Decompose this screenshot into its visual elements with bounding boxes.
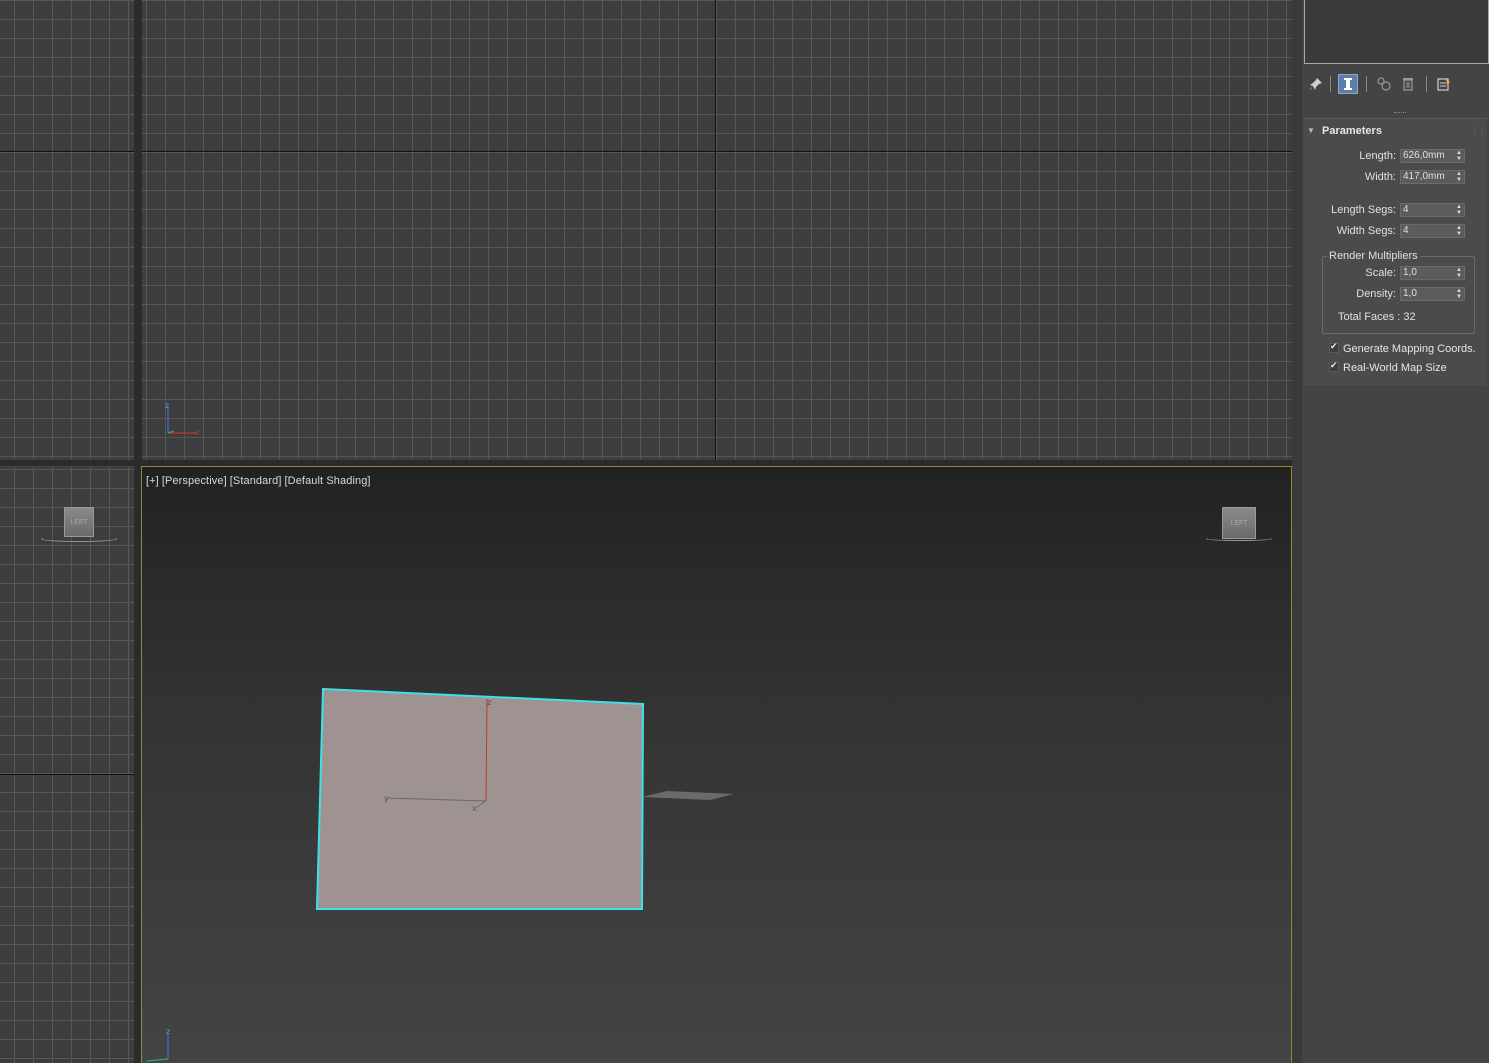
axis-z-letter: z xyxy=(165,401,169,410)
remove-modifier-icon[interactable] xyxy=(1398,74,1418,94)
checkbox-checked-icon[interactable] xyxy=(1329,360,1339,372)
length-segs-value[interactable]: 4 xyxy=(1403,204,1409,215)
viewcube-ring[interactable] xyxy=(41,536,117,542)
axis-tripod-icon: z x xyxy=(165,401,200,437)
gizmo-y-letter: y xyxy=(384,794,389,803)
scale-label: Scale: xyxy=(1365,267,1396,279)
real-world-map-size-checkbox[interactable]: Real-World Map Size xyxy=(1329,360,1447,376)
gizmo-x-letter: x xyxy=(472,804,477,813)
pin-stack-icon[interactable] xyxy=(1306,74,1326,94)
toolbar-divider xyxy=(1426,76,1427,92)
spinner-arrows-icon[interactable]: ▲ ▼ xyxy=(1456,288,1462,300)
parameters-rollout: ▼ Parameters ⋮⋮ Length: 626,0mm ▲ ▼ Width:… xyxy=(1304,118,1487,385)
axis-x-letter: x xyxy=(195,428,200,437)
length-segs-row: Length Segs: 4 ▲ ▼ xyxy=(1304,203,1487,218)
make-unique-icon[interactable] xyxy=(1374,74,1394,94)
length-value[interactable]: 626,0mm xyxy=(1403,150,1445,161)
total-faces-readout: Total Faces : 32 xyxy=(1338,311,1416,323)
width-value[interactable]: 417,0mm xyxy=(1403,171,1445,182)
tripod-y xyxy=(146,1058,169,1062)
rollout-collapse-icon[interactable]: ▼ xyxy=(1307,126,1315,135)
gizmo-z-letter: z xyxy=(487,698,491,707)
width-row: Width: 417,0mm ▲ ▼ xyxy=(1304,170,1487,185)
tripod-z-letter: z xyxy=(166,1027,170,1036)
generate-mapping-label[interactable]: Generate Mapping Coords. xyxy=(1343,343,1476,355)
perspective-scene: z y x z xyxy=(146,687,734,1062)
rollout-drag-grip-icon[interactable]: ⋮⋮ xyxy=(1471,126,1486,135)
viewport-top-left[interactable] xyxy=(0,0,134,460)
spinner-arrows-icon[interactable]: ▲ ▼ xyxy=(1456,225,1462,237)
width-label: Width: xyxy=(1364,171,1396,183)
render-multipliers-legend: Render Multipliers xyxy=(1327,250,1420,262)
grid-axis-horizontal xyxy=(142,151,1292,152)
parameters-rollout-header[interactable]: ▼ Parameters ⋮⋮ xyxy=(1304,122,1487,140)
density-row: Density: 1,0 ▲ ▼ xyxy=(1304,287,1487,302)
density-spinner[interactable]: 1,0 ▲ ▼ xyxy=(1400,287,1465,301)
density-value[interactable]: 1,0 xyxy=(1403,288,1417,299)
grid-axis-horizontal xyxy=(0,151,134,152)
grid-axis-horizontal xyxy=(0,774,134,775)
modifier-stack-toolbar xyxy=(1304,72,1487,96)
show-end-result-icon[interactable] xyxy=(1338,74,1358,94)
command-panel-edge xyxy=(1298,0,1302,1063)
viewport-perspective[interactable]: [+] [Perspective] [Standard] [Default Shadi… xyxy=(141,466,1292,1063)
generate-mapping-checkbox[interactable]: Generate Mapping Coords. xyxy=(1329,341,1476,357)
width-segs-spinner[interactable]: 4 ▲ ▼ xyxy=(1400,224,1465,238)
viewport-top[interactable]: z x xyxy=(142,0,1292,460)
configure-modifier-sets-icon[interactable] xyxy=(1434,74,1454,94)
width-segs-label: Width Segs: xyxy=(1336,225,1396,237)
length-label: Length: xyxy=(1359,150,1396,162)
density-label: Density: xyxy=(1356,288,1396,300)
modifier-stack-list[interactable] xyxy=(1304,0,1489,64)
toolbar-divider xyxy=(1366,76,1367,92)
scale-value[interactable]: 1,0 xyxy=(1403,267,1417,278)
spinner-arrows-icon[interactable]: ▲ ▼ xyxy=(1456,204,1462,216)
grid-axis-vertical xyxy=(715,0,716,460)
checkbox-checked-icon[interactable] xyxy=(1329,341,1339,353)
length-spinner[interactable]: 626,0mm ▲ ▼ xyxy=(1400,149,1465,163)
scale-spinner[interactable]: 1,0 ▲ ▼ xyxy=(1400,266,1465,280)
scale-row: Scale: 1,0 ▲ ▼ xyxy=(1304,266,1487,281)
length-segs-spinner[interactable]: 4 ▲ ▼ xyxy=(1400,203,1465,217)
viewport-left[interactable]: LEFT xyxy=(0,467,134,1063)
length-row: Length: 626,0mm ▲ ▼ xyxy=(1304,149,1487,164)
viewcube-icon[interactable]: LEFT xyxy=(64,507,94,537)
rollout-title: Parameters xyxy=(1322,125,1382,137)
command-panel: ▼ Parameters ⋮⋮ Length: 626,0mm ▲ ▼ Width:… xyxy=(1298,0,1489,1063)
width-segs-row: Width Segs: 4 ▲ ▼ xyxy=(1304,224,1487,239)
real-world-label[interactable]: Real-World Map Size xyxy=(1343,362,1447,374)
length-segs-label: Length Segs: xyxy=(1331,204,1396,216)
panel-resize-grip[interactable] xyxy=(1394,112,1406,115)
spinner-arrows-icon[interactable]: ▲ ▼ xyxy=(1456,150,1462,162)
spinner-arrows-icon[interactable]: ▲ ▼ xyxy=(1456,267,1462,279)
plane-object[interactable] xyxy=(315,687,645,910)
width-spinner[interactable]: 417,0mm ▲ ▼ xyxy=(1400,170,1465,184)
toolbar-divider xyxy=(1330,76,1331,92)
spinner-arrows-icon[interactable]: ▲ ▼ xyxy=(1456,171,1462,183)
home-grid-sliver xyxy=(642,791,734,800)
width-segs-value[interactable]: 4 xyxy=(1403,225,1409,236)
